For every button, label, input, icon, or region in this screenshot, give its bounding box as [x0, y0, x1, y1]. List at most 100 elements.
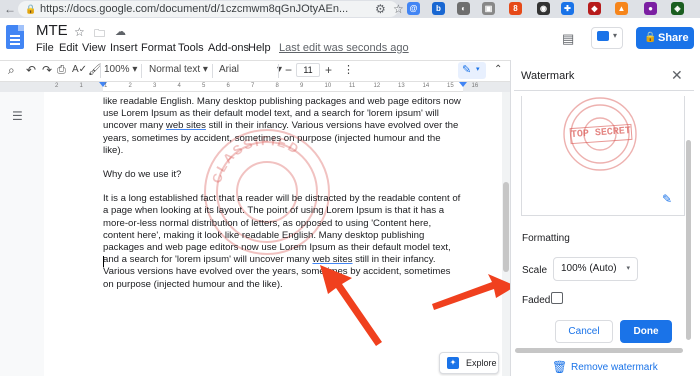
share-button[interactable]: 🔒 Share: [636, 27, 694, 49]
ruler-number: 3: [153, 83, 157, 89]
ruler-number: 7: [251, 83, 255, 89]
document-outline-icon[interactable]: ☰: [12, 109, 23, 123]
scale-select[interactable]: 100% (Auto) ▾: [553, 257, 638, 281]
chevron-down-icon: ▾: [476, 66, 480, 73]
redo-icon[interactable]: ↷: [42, 63, 52, 77]
bookmark-star-icon[interactable]: ☆: [393, 2, 404, 16]
address-bar[interactable]: 🔒 https://docs.google.com/document/d/1cz…: [18, 1, 398, 17]
search-menus-icon[interactable]: ⌕: [8, 63, 15, 77]
present-button[interactable]: ▾: [591, 27, 623, 49]
done-button[interactable]: Done: [620, 320, 672, 343]
editing-mode-button[interactable]: ✎ ▾: [458, 62, 486, 79]
document-body[interactable]: like readable English. Many desktop publ…: [103, 96, 463, 303]
paragraph-3: It is a long established fact that a rea…: [103, 193, 463, 291]
menu-file[interactable]: File: [36, 42, 54, 54]
ruler-number: 12: [373, 83, 381, 89]
font-select[interactable]: Arial ▾: [219, 63, 282, 77]
scale-value: 100% (Auto): [561, 263, 617, 274]
extension-6-icon[interactable]: ◉: [537, 2, 550, 15]
ruler-number: 5: [202, 83, 206, 89]
present-icon: [597, 31, 609, 41]
ruler-number: 15: [447, 83, 454, 89]
lock-icon: 🔒: [25, 4, 37, 14]
document-title[interactable]: MTE: [36, 22, 68, 39]
document-scrollbar[interactable]: [502, 92, 510, 376]
panel-title: Watermark: [521, 70, 575, 82]
extension-8-icon[interactable]: ◆: [588, 2, 601, 15]
share-label: Share: [658, 32, 689, 44]
star-icon[interactable]: ☆: [74, 25, 85, 39]
extension-7-icon[interactable]: ✚: [561, 2, 574, 15]
left-rail: [0, 92, 44, 376]
back-arrow-icon[interactable]: ←: [4, 2, 16, 16]
undo-icon[interactable]: ↶: [26, 63, 36, 77]
menu-help[interactable]: Help: [248, 42, 271, 54]
faded-checkbox[interactable]: [551, 292, 563, 304]
toolbar-divider: [212, 64, 213, 78]
comment-history-icon[interactable]: ▤: [562, 31, 574, 47]
spellcheck-icon[interactable]: A✓: [72, 63, 87, 77]
increase-font-size-button[interactable]: +: [325, 63, 332, 77]
extension-10-icon[interactable]: ●: [644, 2, 657, 15]
menu-view[interactable]: View: [82, 42, 106, 54]
ruler-number: 1: [79, 83, 83, 89]
menu-edit[interactable]: Edit: [59, 42, 78, 54]
extension-5-icon[interactable]: 8: [509, 2, 522, 15]
explore-icon: ✦: [447, 357, 459, 369]
extension-4-icon[interactable]: ▣: [482, 2, 495, 15]
watermark-preview[interactable]: TOP SECRET ✎: [521, 96, 685, 216]
scale-label: Scale: [522, 265, 548, 276]
paragraph-1-link[interactable]: web sites: [166, 120, 206, 131]
remove-watermark-link[interactable]: Remove watermark: [571, 362, 658, 373]
metamask-icon[interactable]: ▲: [615, 2, 628, 15]
paragraph-1: like readable English. Many desktop publ…: [103, 96, 463, 157]
cloud-status-icon[interactable]: ☁: [115, 25, 126, 38]
ruler-number: 14: [422, 83, 430, 89]
ruler-number: 2: [128, 83, 132, 89]
panel-scrollbar[interactable]: [686, 140, 691, 340]
annotation-arrow-icon: [320, 265, 382, 346]
menu-addons[interactable]: Add-ons: [208, 42, 249, 54]
extension-2-icon[interactable]: b: [432, 2, 445, 15]
extension-1-icon[interactable]: @: [407, 2, 420, 15]
last-edit-link[interactable]: Last edit was seconds ago: [279, 42, 409, 54]
formatting-heading: Formatting: [522, 233, 570, 244]
docs-logo-icon[interactable]: [6, 25, 24, 49]
ruler-number: 6: [226, 83, 230, 89]
more-options-icon[interactable]: ⋮: [343, 63, 354, 77]
explore-button[interactable]: ✦ Explore: [439, 352, 499, 374]
style-select[interactable]: Normal text ▾: [149, 63, 208, 77]
ruler-ticks: [0, 82, 510, 92]
collapse-toolbar-icon[interactable]: ⌃: [494, 63, 502, 77]
chevron-down-icon: ▾: [626, 265, 630, 272]
style-value: Normal text: [149, 64, 201, 75]
close-icon[interactable]: ✕: [671, 67, 683, 84]
ruler-number: 9: [300, 83, 304, 89]
extension-icon[interactable]: ⚙: [375, 2, 386, 16]
menu-tools[interactable]: Tools: [178, 42, 204, 54]
cancel-button[interactable]: Cancel: [555, 320, 613, 343]
print-icon[interactable]: ⎙: [57, 63, 66, 77]
ruler-number: 1: [104, 83, 108, 89]
zoom-select[interactable]: 100% ▾: [104, 63, 137, 77]
url-text: https://docs.google.com/document/d/1czcm…: [40, 3, 349, 15]
panel-divider: [514, 90, 694, 91]
horizontal-ruler[interactable]: 2 1 1 2 3 4 5 6 7 8 9 10 11 12 13 14 15 16: [0, 82, 510, 92]
menu-format[interactable]: Format: [141, 42, 176, 54]
trash-icon[interactable]: 🗑: [552, 360, 567, 374]
ruler-number: 4: [177, 83, 181, 89]
extension-3-icon[interactable]: ◐: [457, 2, 470, 15]
ruler-number: 13: [398, 83, 405, 89]
panel-horizontal-scrollbar[interactable]: [515, 348, 683, 353]
lock-icon: 🔒: [644, 32, 657, 43]
ruler-number: 8: [275, 83, 279, 89]
decrease-font-size-button[interactable]: −: [285, 63, 292, 77]
heading-why: Why do we use it?: [103, 169, 182, 181]
menu-insert[interactable]: Insert: [110, 42, 138, 54]
font-size-input[interactable]: 11: [296, 63, 320, 77]
edit-pencil-icon[interactable]: ✎: [662, 192, 672, 206]
extension-11-icon[interactable]: ◈: [671, 2, 684, 15]
annotation-arrow-icon: [432, 274, 516, 310]
faded-label: Faded: [522, 295, 551, 306]
zoom-value: 100%: [104, 64, 130, 75]
